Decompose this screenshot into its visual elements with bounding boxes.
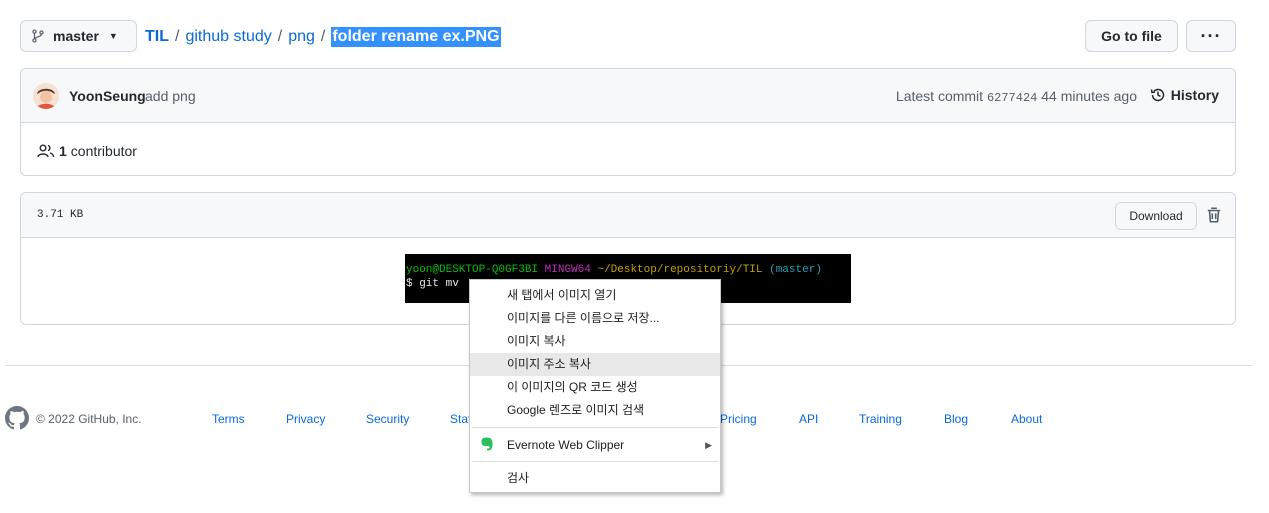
footer-link-about[interactable]: About (1011, 412, 1042, 426)
breadcrumb-repo-link[interactable]: TIL (145, 28, 169, 46)
terminal-user-host: yoon@DESKTOP-Q0GF3BI (406, 264, 539, 276)
latest-commit-info: Latest commit 6277424 44 minutes ago (896, 88, 1137, 105)
latest-commit-label: Latest commit (895, 88, 984, 104)
menu-separator (472, 427, 718, 428)
file-header: 3.71 KB Download (21, 193, 1235, 238)
menu-item-open-image-new-tab[interactable]: 새 탭에서 이미지 열기 (470, 284, 720, 307)
avatar[interactable] (33, 83, 59, 109)
submenu-arrow-icon: ▶ (705, 440, 712, 450)
footer-link-security[interactable]: Security (366, 412, 409, 426)
menu-item-copy-image-address[interactable]: 이미지 주소 복사 (470, 353, 720, 376)
commit-message-link[interactable]: add png (145, 88, 196, 104)
terminal-path: ~/Desktop/repositoriy/TIL (597, 264, 763, 276)
terminal-command: $ git mv (406, 278, 459, 290)
breadcrumb-folder-link[interactable]: png (288, 28, 315, 46)
footer-link-training[interactable]: Training (859, 412, 902, 426)
people-icon (37, 144, 55, 158)
breadcrumb-folder-link[interactable]: github study (185, 28, 271, 46)
download-button[interactable]: Download (1115, 202, 1197, 230)
github-logo-icon[interactable] (5, 406, 29, 430)
footer-link-api[interactable]: API (799, 412, 818, 426)
trash-icon[interactable] (1205, 206, 1223, 224)
menu-item-evernote-web-clipper[interactable]: Evernote Web Clipper ▶ (470, 434, 720, 457)
history-icon (1150, 88, 1165, 102)
menu-item-inspect[interactable]: 검사 (470, 467, 720, 490)
footer-copyright: © 2022 GitHub, Inc. (36, 412, 142, 426)
latest-commit-row: YoonSeung add png Latest commit 6277424 … (21, 69, 1235, 123)
git-branch-icon (32, 29, 44, 43)
branch-select-button[interactable]: master ▼ (20, 20, 137, 52)
branch-name: master (53, 28, 99, 44)
more-options-button[interactable]: ··· (1186, 20, 1236, 52)
evernote-label: Evernote Web Clipper (507, 438, 625, 452)
footer-link-privacy[interactable]: Privacy (286, 412, 325, 426)
breadcrumb-separator: / (277, 28, 283, 45)
context-menu: 새 탭에서 이미지 열기 이미지를 다른 이름으로 저장... 이미지 복사 이… (469, 279, 721, 493)
go-to-file-button[interactable]: Go to file (1085, 20, 1178, 52)
commit-time: 44 minutes ago (1041, 88, 1137, 104)
terminal-env: MINGW64 (544, 264, 591, 276)
menu-item-save-image-as[interactable]: 이미지를 다른 이름으로 저장... (470, 307, 720, 330)
history-label: History (1170, 87, 1219, 103)
breadcrumb: TIL / github study / png / folder rename… (145, 25, 501, 49)
breadcrumb-current-file: folder rename ex.PNG (331, 27, 501, 47)
commit-sha-link[interactable]: 6277424 (987, 91, 1037, 105)
breadcrumb-separator: / (320, 28, 326, 45)
commit-info-box: YoonSeung add png Latest commit 6277424 … (20, 68, 1236, 176)
history-link[interactable]: History (1150, 87, 1219, 103)
menu-item-google-lens[interactable]: Google 렌즈로 이미지 검색 (470, 399, 720, 422)
contributors-label: contributor (70, 143, 137, 159)
commit-author-link[interactable]: YoonSeung (69, 88, 146, 104)
contributors-row[interactable]: 1 contributor (37, 143, 137, 159)
terminal-branch: (master) (769, 264, 822, 276)
menu-item-qr-code[interactable]: 이 이미지의 QR 코드 생성 (470, 376, 720, 399)
menu-separator (472, 461, 718, 462)
footer-link-blog[interactable]: Blog (944, 412, 968, 426)
file-size: 3.71 KB (37, 209, 84, 221)
footer-link-terms[interactable]: Terms (212, 412, 245, 426)
caret-down-icon: ▼ (108, 31, 118, 41)
breadcrumb-separator: / (175, 28, 180, 45)
menu-item-copy-image[interactable]: 이미지 복사 (470, 330, 720, 353)
contributors-count: 1 (59, 143, 67, 159)
footer-link-pricing[interactable]: Pricing (720, 412, 757, 426)
